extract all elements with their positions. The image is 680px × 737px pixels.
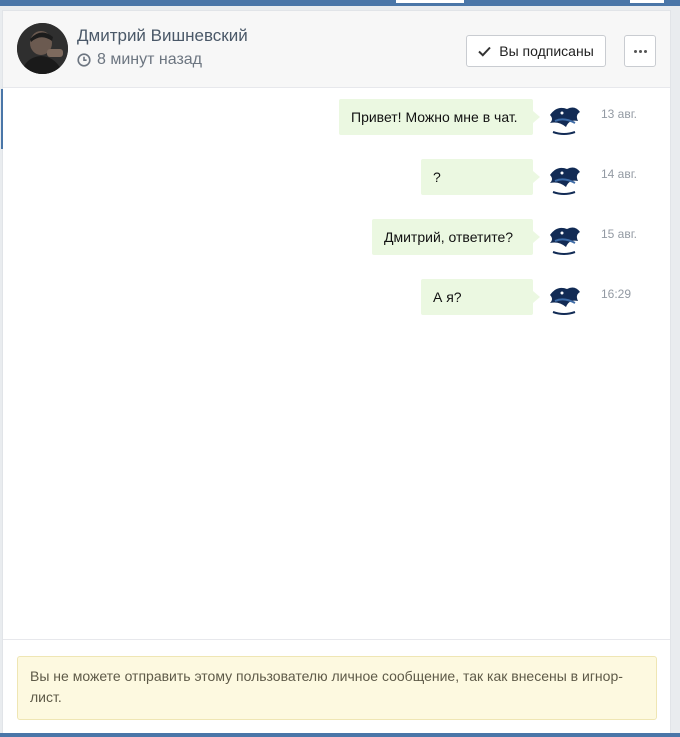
sender-avatar[interactable] bbox=[545, 279, 583, 317]
chat-header: Дмитрий Вишневский 8 минут назад Вы подп… bbox=[3, 11, 670, 88]
subscribed-button[interactable]: Вы подписаны bbox=[466, 35, 606, 67]
message-bubble[interactable]: Дмитрий, ответите? bbox=[372, 219, 540, 255]
message-text: ? bbox=[433, 169, 441, 185]
composer-divider bbox=[3, 639, 670, 640]
sender-avatar[interactable] bbox=[545, 159, 583, 197]
top-nav-tab[interactable] bbox=[396, 0, 464, 3]
bottom-strip bbox=[0, 733, 680, 737]
message-row: Дмитрий, ответите? 15 авг. bbox=[3, 219, 670, 259]
message-text: Дмитрий, ответите? bbox=[384, 229, 514, 245]
chat-panel: Дмитрий Вишневский 8 минут назад Вы подп… bbox=[1, 10, 671, 734]
message-bubble[interactable]: А я? bbox=[421, 279, 540, 315]
message-bubble[interactable]: ? bbox=[421, 159, 540, 195]
subscribed-button-label: Вы подписаны bbox=[499, 43, 594, 59]
message-time: 15 авг. bbox=[601, 227, 637, 241]
message-time: 16:29 bbox=[601, 287, 632, 301]
user-avatar[interactable] bbox=[17, 23, 68, 74]
last-seen-text: 8 минут назад bbox=[97, 51, 203, 68]
message-text: Привет! Можно мне в чат. bbox=[351, 109, 518, 125]
sender-avatar[interactable] bbox=[545, 219, 583, 257]
message-bubble[interactable]: Привет! Можно мне в чат. bbox=[339, 99, 540, 135]
top-nav-strip bbox=[0, 0, 680, 6]
message-row: А я? 16:29 bbox=[3, 279, 670, 319]
clock-icon bbox=[77, 53, 91, 67]
blocked-notice: Вы не можете отправить этому пользовател… bbox=[17, 656, 657, 720]
last-seen: 8 минут назад bbox=[77, 51, 202, 69]
sender-avatar[interactable] bbox=[545, 99, 583, 137]
top-nav-tab[interactable] bbox=[630, 0, 664, 3]
message-row: Привет! Можно мне в чат. 13 авг. bbox=[3, 99, 670, 139]
message-text: А я? bbox=[433, 289, 462, 305]
check-icon bbox=[478, 46, 491, 57]
user-name[interactable]: Дмитрий Вишневский bbox=[77, 26, 248, 46]
message-time: 14 авг. bbox=[601, 167, 637, 181]
message-time: 13 авг. bbox=[601, 107, 637, 121]
message-row: ? 14 авг. bbox=[3, 159, 670, 199]
more-options-button[interactable] bbox=[624, 35, 656, 67]
more-icon bbox=[633, 49, 637, 53]
